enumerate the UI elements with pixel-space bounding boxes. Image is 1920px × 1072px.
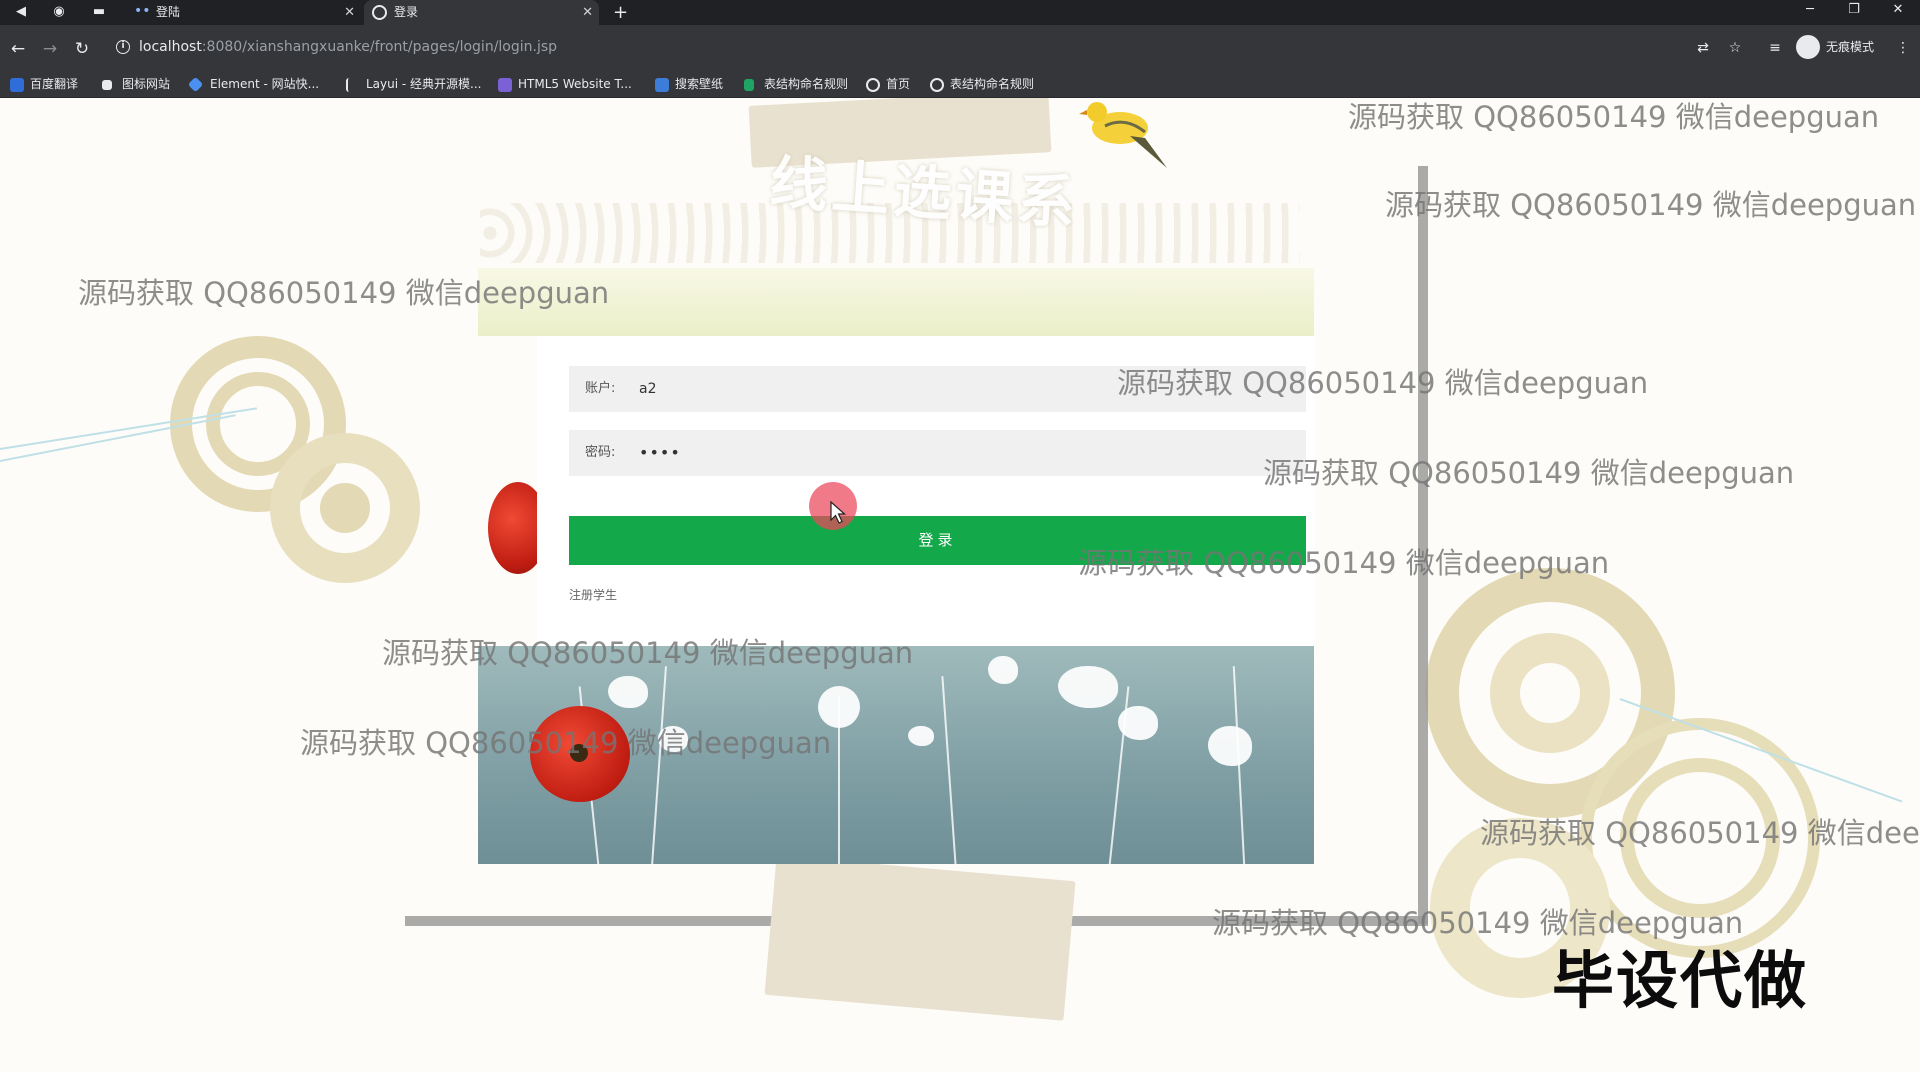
new-tab-button[interactable]: +	[613, 0, 628, 25]
reload-icon[interactable]: ↻	[70, 37, 94, 61]
watermark: 源码获取 QQ86050149 微信deepguan	[300, 726, 832, 760]
translate-icon[interactable]: ⇄	[1692, 37, 1714, 59]
tab-favicon-dots-icon: ••	[134, 3, 151, 19]
profile-label[interactable]: 无痕模式	[1826, 35, 1874, 59]
reading-list-icon[interactable]: ≡	[1764, 37, 1786, 59]
address-input[interactable]: i localhost:8080/xianshangxuanke/front/p…	[108, 31, 1658, 64]
watermark: 源码获取 QQ86050149 微信deepguan	[1117, 366, 1649, 400]
menu-icon[interactable]: ⋮	[1892, 37, 1914, 59]
html5-icon	[498, 78, 512, 92]
layui-icon	[346, 78, 352, 92]
bird-illustration	[1079, 102, 1167, 168]
flag-icon	[102, 80, 112, 90]
tab-title: 登录	[394, 5, 419, 19]
password-input[interactable]: ••••	[639, 430, 681, 476]
page-viewport: 线上选课系 账户: a2 密码: •••• 登录 注册学生 源码获取 QQ860…	[0, 98, 1920, 1072]
bookmark-item[interactable]: 表结构命名规则	[930, 71, 1034, 98]
globe-icon[interactable]: ◉	[48, 2, 70, 22]
close-window-icon[interactable]: ✕	[1876, 0, 1920, 25]
url-text: localhost:8080/xianshangxuanke/front/pag…	[139, 39, 558, 55]
watermark: 源码获取 QQ86050149 微信deepguan	[1263, 456, 1795, 490]
bookmark-item[interactable]: 表结构命名规则	[744, 71, 848, 98]
close-icon[interactable]: ✕	[344, 0, 355, 25]
star-icon[interactable]: ☆	[1724, 37, 1746, 59]
bookmark-item[interactable]: 搜索壁纸	[655, 71, 723, 98]
bookmark-icon	[10, 78, 24, 92]
incognito-avatar-icon[interactable]	[1796, 35, 1820, 59]
watermark: 源码获取 QQ86050149 微信deepguan	[78, 276, 610, 310]
tab-favicon-globe-icon	[372, 5, 387, 20]
bookmark-item[interactable]: 图标网站	[102, 71, 170, 98]
account-label: 账户:	[585, 381, 616, 396]
decor-ring	[320, 483, 370, 533]
bookmark-item[interactable]: 百度翻译	[10, 71, 78, 98]
bookmarks-bar: 百度翻译 图标网站 Element - 网站快... Layui - 经典开源模…	[0, 71, 1920, 98]
watermark: 源码获取 QQ86050149 微信deepguan	[1385, 188, 1917, 222]
close-icon[interactable]: ✕	[582, 0, 593, 25]
bookmark-item[interactable]: Element - 网站快...	[187, 71, 319, 98]
password-field[interactable]: 密码: ••••	[569, 430, 1306, 476]
tab-strip: ◀ ◉ ▬ •• 登陆 ✕ 登录 ✕ + ─ ❐ ✕	[0, 0, 1920, 25]
globe-icon	[866, 78, 880, 92]
back-audio-icon[interactable]: ◀	[10, 2, 32, 22]
sheet-icon	[744, 79, 754, 91]
mouse-cursor-icon	[830, 501, 846, 524]
tab-login-2[interactable]: 登录 ✕	[364, 0, 599, 25]
account-input[interactable]: a2	[639, 366, 657, 412]
wallpaper-icon	[655, 78, 669, 92]
back-icon[interactable]: ←	[6, 37, 30, 61]
watermark: 源码获取 QQ86050149 微信deepguan	[1480, 816, 1920, 850]
tab-title: 登陆	[156, 5, 181, 19]
register-student-link[interactable]: 注册学生	[569, 586, 617, 603]
tab-login-1[interactable]: •• 登陆 ✕	[126, 0, 361, 25]
watermark: 源码获取 QQ86050149 微信deepguan	[1078, 546, 1610, 580]
window-icon[interactable]: ▬	[88, 2, 110, 22]
decor-ring	[1490, 633, 1610, 753]
promo-stamp-text: 毕设代做	[1552, 944, 1809, 1017]
address-bar-row: ← → ↻ i localhost:8080/xianshangxuanke/f…	[0, 25, 1920, 71]
bookmark-item[interactable]: 首页	[866, 71, 910, 98]
watermark: 源码获取 QQ86050149 微信deepguan	[1348, 100, 1880, 134]
info-icon[interactable]: i	[116, 40, 130, 54]
restore-icon[interactable]: ❐	[1832, 0, 1876, 25]
element-icon	[187, 76, 204, 93]
bookmark-item[interactable]: HTML5 Website T...	[498, 71, 632, 98]
watermark: 源码获取 QQ86050149 微信deepguan	[382, 636, 914, 670]
globe-icon	[930, 78, 944, 92]
minimize-icon[interactable]: ─	[1788, 0, 1832, 25]
paper-scrap	[764, 855, 1076, 1021]
forward-icon[interactable]: →	[38, 37, 62, 61]
bookmark-item[interactable]: Layui - 经典开源模...	[346, 71, 481, 98]
password-label: 密码:	[585, 445, 616, 460]
